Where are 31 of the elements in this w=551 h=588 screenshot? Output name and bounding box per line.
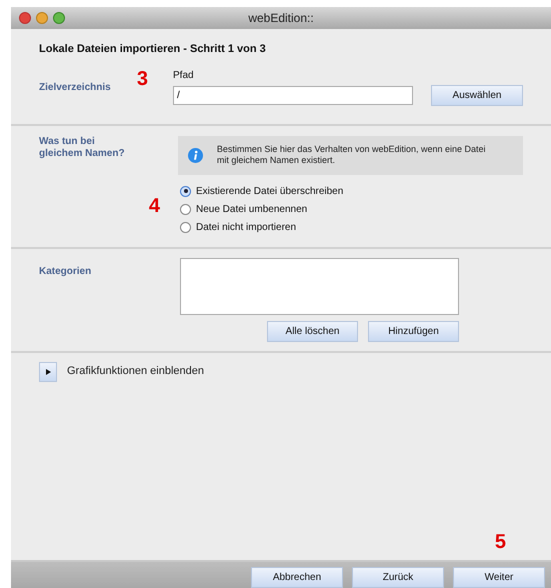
info-icon <box>188 148 203 162</box>
annotation-number: 4 <box>148 196 160 218</box>
radio-label: Neue Datei umbenennen <box>196 202 308 216</box>
toggle-label: Grafikfunktionen einblenden <box>67 364 204 380</box>
category-button[interactable]: Alle löschen <box>267 320 358 342</box>
section-label: Was tun bei gleichem Namen? <box>39 136 126 160</box>
section-label: Kategorien <box>39 266 92 276</box>
field-label: Pfad <box>173 68 195 82</box>
choose-button[interactable]: Auswählen <box>431 84 523 106</box>
category-button[interactable]: Hinzufügen <box>368 320 459 342</box>
zoom-window-icon[interactable] <box>53 12 65 24</box>
step-heading: Lokale Dateien importieren - Schritt 1 von 3 <box>39 42 267 57</box>
minimize-window-icon[interactable] <box>36 12 48 24</box>
radio-label: Datei nicht importieren <box>196 220 296 234</box>
path-field[interactable]: / <box>173 86 413 104</box>
wizard-button[interactable]: Weiter <box>453 567 545 588</box>
window-title: webEdition:: <box>248 10 314 27</box>
annotation-number: 5 <box>494 532 506 552</box>
radio-button[interactable] <box>180 204 191 214</box>
annotation-number: 3 <box>136 68 148 90</box>
expand-toggle[interactable] <box>39 362 57 382</box>
section-label: Zielverzeichnis <box>39 82 111 92</box>
triangle-icon <box>45 368 51 374</box>
info-text: Bestimmen Sie hier das Verhalten von webEdition, wenn eine Datei mit gleichem Namen existiert. <box>216 144 487 166</box>
wizard-button[interactable]: Zurück <box>352 567 444 588</box>
wizard-button[interactable]: Abbrechen <box>251 567 343 588</box>
radio-button[interactable] <box>180 222 191 232</box>
category-list[interactable] <box>180 258 459 314</box>
close-window-icon[interactable] <box>19 12 31 24</box>
radio-button[interactable] <box>180 186 191 196</box>
radio-label: Existierende Datei überschreiben <box>196 184 344 198</box>
